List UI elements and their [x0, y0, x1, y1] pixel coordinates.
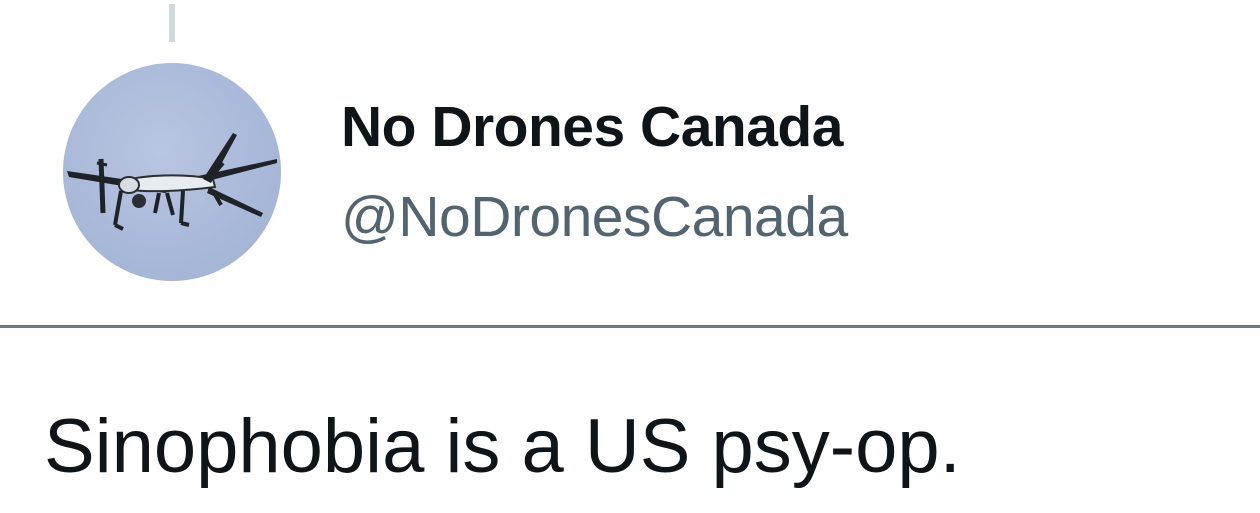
thread-connector-line [169, 4, 175, 42]
drone-icon [67, 133, 277, 231]
author-display-name[interactable]: No Drones Canada [341, 94, 843, 160]
avatar[interactable] [63, 63, 281, 281]
author-handle[interactable]: @NoDronesCanada [341, 184, 848, 250]
divider [0, 325, 1260, 328]
tweet-text: Sinophobia is a US psy-op. [44, 404, 961, 489]
